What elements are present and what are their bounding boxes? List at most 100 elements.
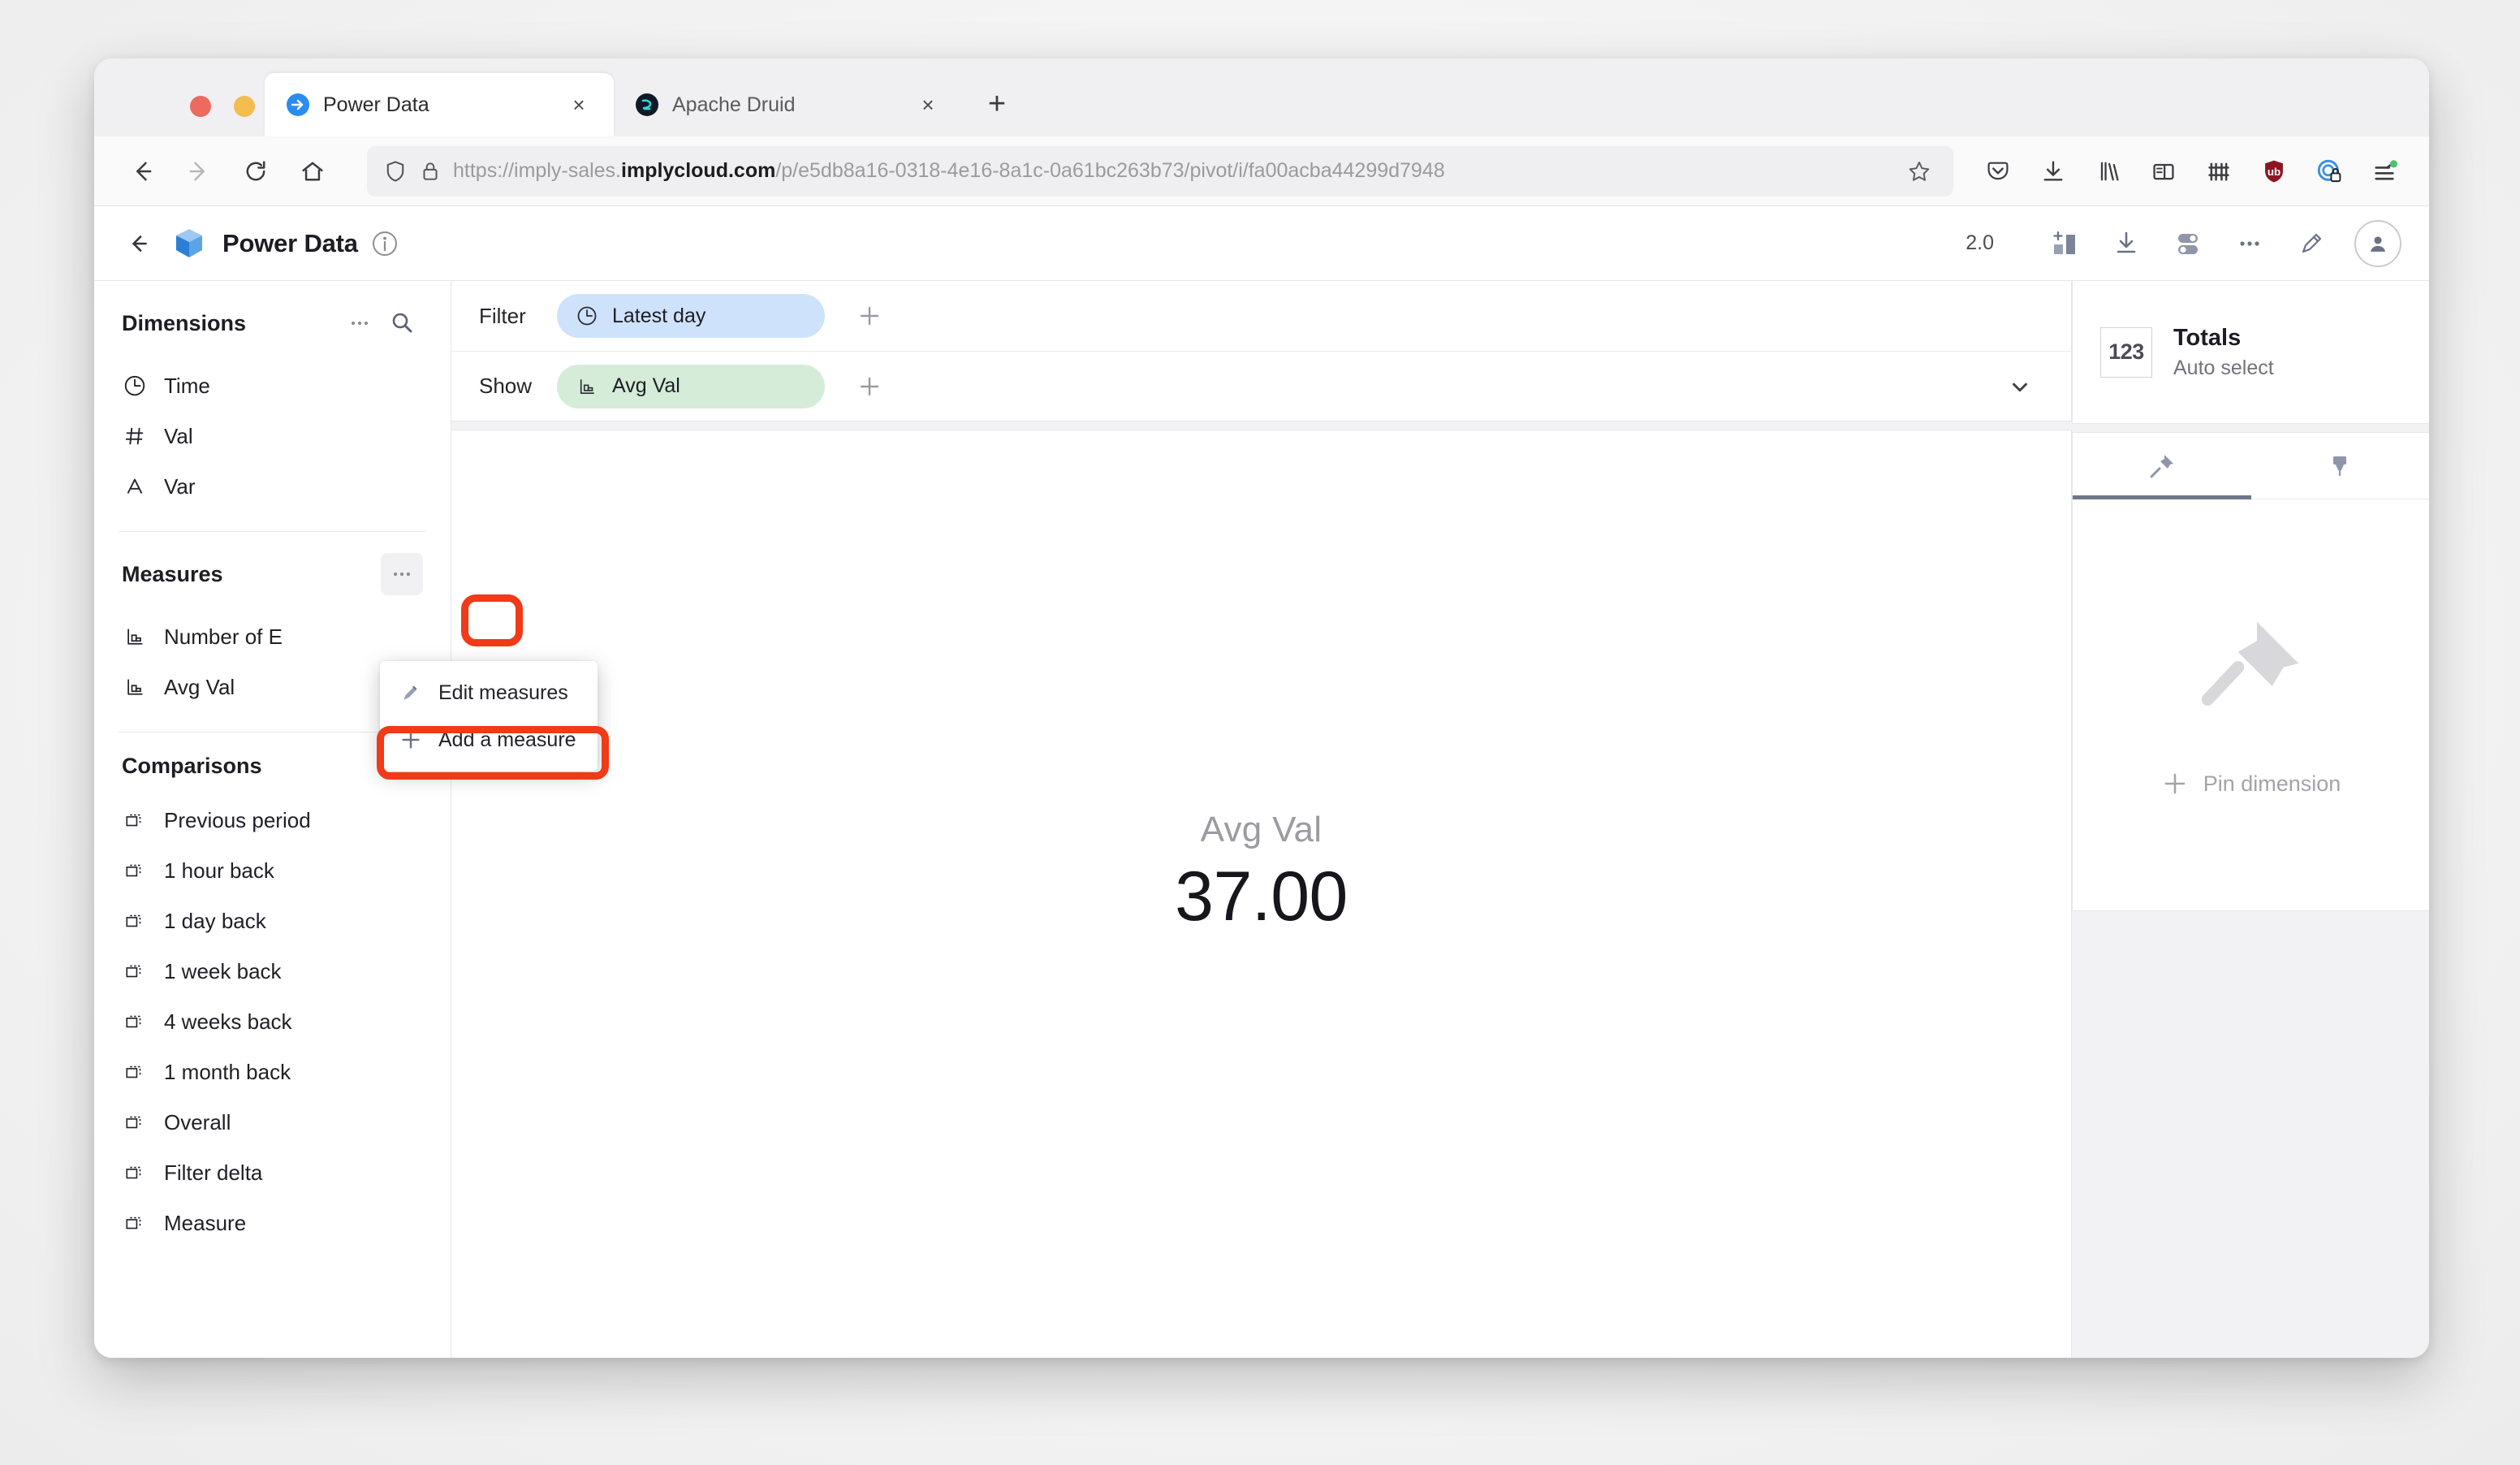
- menu-item-add-a-measure[interactable]: Add a measure: [380, 716, 598, 763]
- app-back-button[interactable]: [115, 220, 162, 267]
- browser-tab-apache-druid[interactable]: Apache Druid ×: [614, 73, 963, 136]
- measures-context-menu: Edit measures Add a measure: [380, 661, 598, 771]
- reload-icon[interactable]: [231, 146, 281, 197]
- compare-icon: [122, 1009, 148, 1035]
- compare-icon: [122, 1059, 148, 1085]
- sidebar-item-filter-delta[interactable]: Filter delta: [94, 1147, 451, 1198]
- sidebar-item-label: 1 month back: [164, 1059, 291, 1084]
- plus-icon: [2161, 770, 2189, 797]
- visualization-panel: Avg Val 37.00: [451, 430, 2072, 1358]
- menu-item-edit-measures[interactable]: Edit measures: [380, 669, 598, 716]
- app-menu-icon[interactable]: [2362, 149, 2406, 193]
- totals-card[interactable]: 123 Totals Auto select: [2072, 281, 2429, 424]
- measures-header: Measures: [94, 532, 451, 610]
- app-header: Power Data 2.0: [94, 206, 2429, 281]
- show-row: Show Avg Val: [451, 351, 2071, 421]
- browser-tab-power-data[interactable]: Power Data ×: [265, 73, 614, 136]
- sidebar-item-1-hour-back[interactable]: 1 hour back: [94, 845, 451, 896]
- filter-label: Filter: [479, 303, 526, 328]
- browser-tab-title: Power Data: [323, 93, 429, 116]
- plus-icon: [398, 727, 424, 753]
- pin-dimension-button[interactable]: Pin dimension: [2161, 770, 2341, 797]
- clock-icon: [575, 304, 599, 328]
- sidebar-item-1-day-back[interactable]: 1 day back: [94, 896, 451, 946]
- page-title: Power Data: [222, 228, 358, 257]
- sidebar-item-overall[interactable]: Overall: [94, 1097, 451, 1147]
- url-text[interactable]: https://imply-sales.implycloud.com/p/e5d…: [453, 159, 1890, 183]
- home-icon[interactable]: [287, 146, 338, 197]
- new-tab-button[interactable]: +: [976, 83, 1018, 125]
- add-measure-to-show-button[interactable]: [846, 363, 893, 410]
- pocket-icon[interactable]: [1976, 149, 2020, 193]
- close-icon[interactable]: ×: [565, 91, 593, 119]
- hash-icon: [122, 423, 148, 449]
- sidebar-icon[interactable]: [2142, 149, 2186, 193]
- downloads-icon[interactable]: [2031, 149, 2075, 193]
- sidebar-item-label: Time: [164, 373, 210, 398]
- library-icon[interactable]: [2086, 149, 2130, 193]
- bookmark-star-icon[interactable]: [1901, 153, 1937, 189]
- search-icon[interactable]: [381, 302, 423, 344]
- right-sidebar: 123 Totals Auto select Pin dimension: [2072, 281, 2429, 1358]
- containers-icon[interactable]: [2197, 149, 2241, 193]
- sidebar-item-measure[interactable]: Measure: [94, 1198, 451, 1248]
- browser-window: Power Data × Apache Druid × + https://im…: [94, 58, 2429, 1358]
- privacy-icon[interactable]: [2307, 149, 2351, 193]
- center-column: Filter Latest day Show Avg Val Avg Val 3…: [451, 281, 2072, 1358]
- user-avatar-icon[interactable]: [2354, 219, 2401, 267]
- edit-pencil-icon[interactable]: [2289, 222, 2333, 266]
- settings-toggle-icon[interactable]: [2166, 222, 2210, 266]
- tab-pinned-dimensions[interactable]: [2073, 433, 2251, 499]
- filter-show-bar: Filter Latest day Show Avg Val: [451, 281, 2072, 421]
- sidebar-item-label: 1 week back: [164, 958, 282, 983]
- sidebar-item-label: Filter delta: [164, 1160, 263, 1185]
- totals-subtitle: Auto select: [2173, 356, 2274, 379]
- ublock-icon[interactable]: ub: [2252, 149, 2296, 193]
- menu-item-label: Edit measures: [438, 681, 568, 704]
- show-pill-avg-val[interactable]: Avg Val: [557, 364, 825, 408]
- add-filter-button[interactable]: [846, 292, 893, 339]
- svg-text:ub: ub: [2268, 165, 2281, 177]
- browser-extension-bar: ub: [1976, 149, 2406, 193]
- info-icon[interactable]: [371, 230, 399, 257]
- forward-arrow-icon[interactable]: [174, 146, 224, 197]
- tab-highlighter[interactable]: [2251, 433, 2430, 499]
- letter-a-icon: [122, 473, 148, 499]
- dimensions-header: Dimensions: [94, 281, 451, 359]
- download-icon[interactable]: [2104, 222, 2148, 266]
- shield-icon[interactable]: [383, 159, 408, 184]
- chevron-down-icon[interactable]: [1996, 363, 2043, 410]
- totals-badge: 123: [2100, 326, 2152, 378]
- pin-empty-state: Pin dimension: [2073, 499, 2429, 910]
- sidebar-item-previous-period[interactable]: Previous period: [94, 795, 451, 845]
- sidebar-item-1-week-back[interactable]: 1 week back: [94, 946, 451, 996]
- measures-more-button[interactable]: [381, 553, 423, 595]
- minimize-window-button[interactable]: [234, 96, 255, 117]
- close-icon[interactable]: ×: [914, 91, 942, 119]
- menu-item-label: Add a measure: [438, 728, 576, 751]
- pencil-icon: [398, 680, 424, 706]
- visualization-measure-title: Avg Val: [1200, 809, 1323, 849]
- sidebar-item-4-weeks-back[interactable]: 4 weeks back: [94, 996, 451, 1047]
- dimensions-list: Time Val Var: [94, 359, 451, 526]
- pin-card-tabs: [2073, 433, 2429, 499]
- measure-icon: [122, 624, 148, 650]
- left-sidebar: Dimensions Time Val Var Measures Number …: [94, 281, 451, 1358]
- sidebar-item-val[interactable]: Val: [94, 411, 451, 461]
- sidebar-item-number-of-events[interactable]: Number of E: [94, 611, 451, 662]
- sidebar-item-time[interactable]: Time: [94, 361, 451, 411]
- more-icon[interactable]: [2228, 222, 2272, 266]
- show-label: Show: [479, 374, 533, 398]
- add-tile-icon[interactable]: [2043, 222, 2086, 266]
- dimensions-more-button[interactable]: [339, 302, 381, 344]
- back-arrow-icon[interactable]: [117, 146, 167, 197]
- filter-pill-latest-day[interactable]: Latest day: [557, 294, 825, 338]
- sidebar-item-1-month-back[interactable]: 1 month back: [94, 1047, 451, 1097]
- sidebar-item-var[interactable]: Var: [94, 461, 451, 512]
- close-window-button[interactable]: [190, 96, 211, 117]
- sidebar-item-label: Measure: [164, 1210, 247, 1235]
- lock-icon[interactable]: [419, 160, 442, 183]
- tab-list: Power Data × Apache Druid × +: [265, 58, 1018, 136]
- url-bar[interactable]: https://imply-sales.implycloud.com/p/e5d…: [367, 145, 1953, 197]
- comparisons-title: Comparisons: [122, 754, 262, 778]
